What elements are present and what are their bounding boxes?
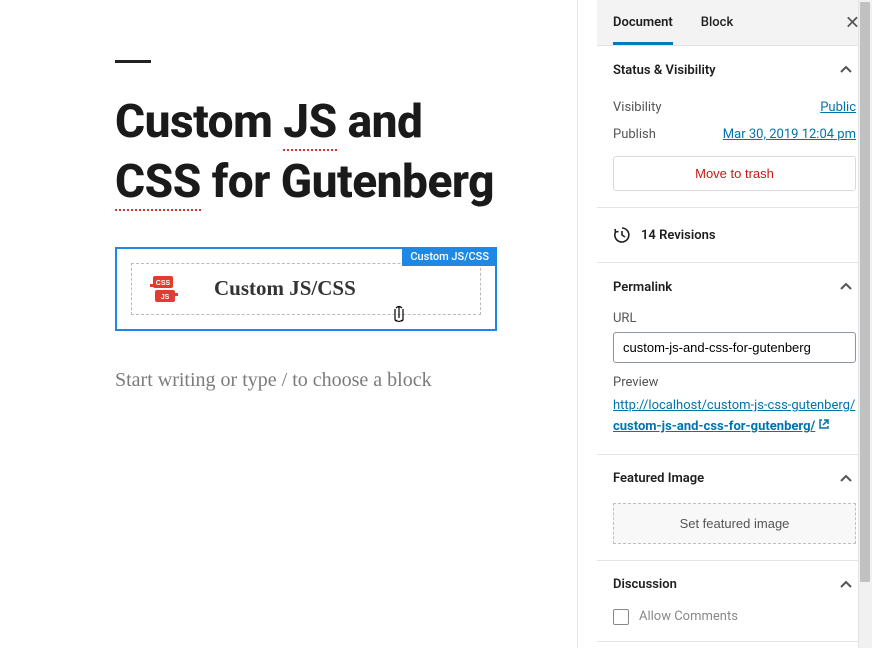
url-label: URL (613, 311, 856, 326)
panel-featured-image: Featured Image Set featured image (597, 455, 872, 561)
publish-label: Publish (613, 127, 656, 142)
title-spellcheck-js: JS (283, 95, 336, 151)
chevron-up-icon (836, 469, 856, 489)
visibility-value[interactable]: Public (820, 100, 856, 115)
title-text: for Gutenberg (201, 155, 494, 209)
post-title[interactable]: Custom JS and CSS for Gutenberg (115, 93, 497, 213)
revisions-count: 14 Revisions (641, 228, 716, 243)
preview-slug: custom-js-and-css-for-gutenberg/ (613, 419, 815, 434)
settings-sidebar: Document Block ✕ Status & Visibility Vis… (597, 0, 872, 648)
panel-discussion: Discussion Allow Comments (597, 561, 872, 642)
move-to-trash-button[interactable]: Move to trash (613, 156, 856, 191)
sidebar-tabs: Document Block ✕ (597, 0, 872, 46)
tab-block[interactable]: Block (701, 0, 733, 45)
allow-comments-checkbox[interactable] (613, 609, 629, 625)
panel-toggle-status[interactable]: Status & Visibility (597, 46, 872, 94)
permalink-url-input[interactable] (613, 332, 856, 363)
panel-heading: Permalink (613, 280, 672, 295)
scrollbar-thumb[interactable] (860, 2, 870, 582)
visibility-label: Visibility (613, 100, 662, 115)
title-text: and (337, 95, 423, 149)
tab-document[interactable]: Document (613, 0, 673, 45)
css-js-icon: CSS JS (150, 274, 178, 304)
title-text: Custom (115, 95, 283, 149)
revisions-link[interactable]: 14 Revisions (597, 208, 872, 263)
panel-heading: Status & Visibility (613, 63, 716, 78)
title-spellcheck-css: CSS (115, 155, 201, 211)
panel-heading: Featured Image (613, 471, 704, 486)
title-accent (115, 60, 151, 63)
panel-toggle-permalink[interactable]: Permalink (597, 263, 872, 311)
chevron-up-icon (836, 60, 856, 80)
svg-text:JS: JS (161, 294, 170, 301)
chevron-up-icon (836, 575, 856, 595)
set-featured-image-button[interactable]: Set featured image (613, 503, 856, 544)
empty-block-placeholder[interactable]: Start writing or type / to choose a bloc… (115, 361, 497, 399)
preview-label: Preview (613, 375, 856, 390)
panel-permalink: Permalink URL Preview http://localhost/c… (597, 263, 872, 455)
block-type-label: Custom JS/CSS (402, 247, 497, 266)
scrollbar[interactable] (858, 0, 872, 648)
panel-status-visibility: Status & Visibility Visibility Public Pu… (597, 46, 872, 208)
chevron-up-icon (836, 277, 856, 297)
permalink-preview-link[interactable]: http://localhost/custom-js-css-gutenberg… (613, 398, 855, 434)
custom-js-css-block[interactable]: Custom JS/CSS CSS JS Custom JS/CSS (115, 247, 497, 331)
cursor-icon (392, 305, 406, 323)
history-icon (613, 226, 631, 244)
panel-toggle-featured[interactable]: Featured Image (597, 455, 872, 503)
block-inner[interactable]: CSS JS Custom JS/CSS (131, 263, 481, 315)
external-link-icon (818, 417, 830, 438)
preview-base: http://localhost/custom-js-css-gutenberg… (613, 398, 855, 413)
publish-value[interactable]: Mar 30, 2019 12:04 pm (723, 127, 856, 142)
block-title: Custom JS/CSS (214, 276, 356, 301)
svg-text:CSS: CSS (156, 280, 171, 287)
panel-heading: Discussion (613, 577, 677, 592)
panel-toggle-discussion[interactable]: Discussion (597, 561, 872, 609)
allow-comments-label: Allow Comments (639, 609, 738, 624)
editor-canvas[interactable]: Custom JS and CSS for Gutenberg Custom J… (0, 0, 597, 648)
